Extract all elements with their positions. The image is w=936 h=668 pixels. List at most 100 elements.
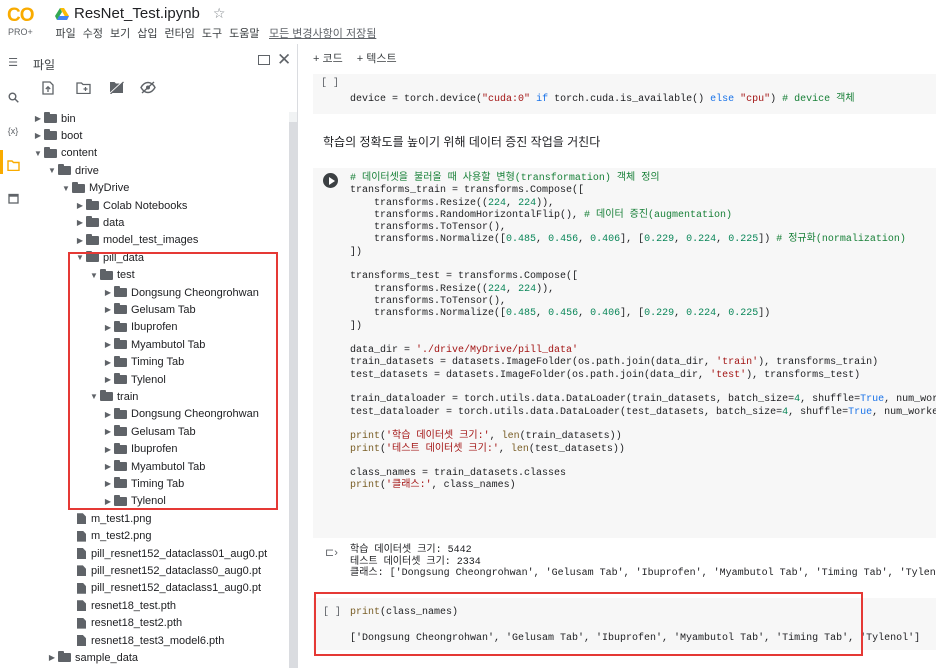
tree-file[interactable]: pill_resnet152_dataclass0_aug0.pt <box>74 562 261 579</box>
open-in-tab-icon[interactable] <box>258 55 270 65</box>
tree-folder[interactable]: ▼ MyDrive <box>60 180 129 197</box>
code-line: print('학습 데이터셋 크기:', len(train_datasets)… <box>350 431 622 443</box>
tree-folder[interactable]: ▶ bin <box>32 110 76 127</box>
code-line: ​ <box>350 419 936 431</box>
run-cell-icon[interactable] <box>323 173 338 188</box>
calendar-icon[interactable] <box>4 189 22 207</box>
variables-icon[interactable]: {x} <box>4 122 22 140</box>
folder-icon <box>44 112 57 123</box>
code-line: ]) <box>350 320 363 332</box>
folder-icon <box>86 216 99 228</box>
code-line: train_datasets = datasets.ImageFolder(os… <box>350 357 879 369</box>
chevron-right-icon[interactable]: ▶ <box>32 131 44 140</box>
menu-item[interactable]: 도움말 <box>229 25 259 41</box>
tree-folder[interactable]: ▶ Colab Notebooks <box>74 197 187 214</box>
hide-files-icon[interactable] <box>140 81 156 97</box>
code-line: # 데이터셋을 불러올 때 사용할 변형(transformation) 객체 … <box>350 173 660 184</box>
tree-file[interactable]: pill_resnet152_dataclass01_aug0.pt <box>74 545 267 562</box>
tree-item-label: data <box>103 216 125 229</box>
folder-icon <box>86 199 99 210</box>
chevron-down-icon[interactable]: ▼ <box>46 166 58 175</box>
code-transforms[interactable]: # 데이터셋을 불러올 때 사용할 변형(transformation) 객체 … <box>350 173 936 493</box>
top-bar: CO PRO+ ResNet_Test.ipynb ☆ 파일 수정 보기 삽입 런타임 도… <box>0 0 936 44</box>
cell-bracket[interactable]: [ ] <box>321 78 339 89</box>
code-line: test_dataloader = torch.utils.data.DataL… <box>350 406 936 418</box>
folder-icon <box>44 129 57 141</box>
code-line: ​ <box>350 259 936 271</box>
code-line: train_dataloader = torch.utils.data.Data… <box>350 394 936 406</box>
tree-file[interactable]: pill_resnet152_dataclass1_aug0.pt <box>74 580 261 597</box>
tree-folder[interactable]: ▶ boot <box>32 127 82 144</box>
menu-item[interactable]: 파일 <box>56 25 76 41</box>
file-icon <box>77 635 86 646</box>
menu-item[interactable]: 삽입 <box>137 25 157 41</box>
folder-icon <box>86 233 99 245</box>
tree-file[interactable]: resnet18_test.pth <box>74 597 176 614</box>
code-line: transforms.ToTensor(), <box>350 295 507 307</box>
upload-file-icon[interactable] <box>42 81 54 98</box>
tree-file[interactable]: resnet18_test2.pth <box>74 615 182 632</box>
chevron-right-icon[interactable]: ▶ <box>32 114 44 123</box>
output-icon: ⊏› <box>325 547 338 559</box>
folder-icon <box>58 651 71 663</box>
chevron-down-icon[interactable]: ▼ <box>32 149 44 158</box>
chevron-right-icon[interactable]: ▶ <box>74 236 86 245</box>
tree-folder[interactable]: ▶ model_test_images <box>74 232 198 249</box>
chevron-right-icon[interactable]: ▶ <box>74 218 86 227</box>
scrollbar-thumb[interactable] <box>289 122 297 668</box>
tree-folder[interactable]: ▼ drive <box>46 162 99 179</box>
tree-folder[interactable]: ▶ data <box>74 214 124 231</box>
tier-badge: PRO+ <box>8 27 33 37</box>
star-icon[interactable]: ☆ <box>213 5 226 22</box>
chevron-right-icon[interactable]: ▶ <box>74 201 86 210</box>
code-line: transforms_test = transforms.Compose([ <box>350 271 579 283</box>
code-line: transforms.Resize((224, 224)), <box>350 283 555 295</box>
files-toolbar <box>26 80 298 104</box>
folder-icon <box>58 164 71 176</box>
menu-item[interactable]: 보기 <box>110 25 130 41</box>
close-icon[interactable]: ✕ <box>277 50 291 70</box>
new-folder-icon[interactable] <box>76 81 91 97</box>
tree-file[interactable]: m_test1.png <box>74 510 152 527</box>
code-line: ]) <box>350 246 363 258</box>
menu-item[interactable]: 도구 <box>202 25 222 41</box>
chevron-right-icon[interactable]: ▶ <box>46 653 58 662</box>
code-line: print('클래스:', class_names) <box>350 480 516 492</box>
tree-file[interactable]: m_test2.png <box>74 528 152 545</box>
code-line: print('테스트 데이터셋 크기:', len(test_datasets)… <box>350 443 625 455</box>
text-cell[interactable]: 학습의 정확도를 높이기 위해 데이터 증진 작업을 거친다 <box>323 133 600 150</box>
notebook-title-bar: ResNet_Test.ipynb ☆ <box>55 5 225 22</box>
tree-item-label: Colab Notebooks <box>103 199 188 212</box>
code-line: transforms.ToTensor(), <box>350 222 507 234</box>
code-line: transforms.RandomHorizontalFlip(), # 데이터… <box>350 209 733 221</box>
tree-folder[interactable]: ▶ sample_data <box>46 649 138 666</box>
tree-folder[interactable]: ▼ content <box>32 145 97 162</box>
menu-item[interactable]: 런타임 <box>165 25 195 41</box>
folder-icon <box>72 181 85 193</box>
menu-item[interactable]: 수정 <box>83 25 103 41</box>
tree-file[interactable]: resnet18_test3_model6.pth <box>74 632 224 649</box>
add-code-button[interactable]: + 코드 <box>313 50 343 66</box>
folder-icon <box>44 146 57 158</box>
file-icon <box>77 548 86 559</box>
file-icon <box>77 565 86 577</box>
file-icon <box>77 600 86 612</box>
mount-drive-off-icon[interactable] <box>109 80 124 97</box>
highlight-box-pill-data <box>68 252 278 510</box>
code-line: class_names = train_datasets.classes <box>350 468 567 480</box>
code-line: transforms.Normalize([0.485, 0.456, 0.40… <box>350 308 771 320</box>
toc-icon[interactable]: ☰ <box>4 53 22 71</box>
add-text-button[interactable]: + 텍스트 <box>357 50 397 66</box>
chevron-down-icon[interactable]: ▼ <box>60 184 72 193</box>
tree-item-label: content <box>61 147 98 160</box>
files-icon[interactable] <box>4 156 22 174</box>
tree-item-label: m_test2.png <box>91 530 152 543</box>
file-tree-scrollbar[interactable] <box>289 112 297 668</box>
search-icon[interactable] <box>4 88 22 106</box>
colab-logo[interactable]: CO PRO+ <box>4 4 44 40</box>
file-icon <box>77 513 86 525</box>
save-status[interactable]: 모든 변경사항이 저장됨 <box>269 25 376 41</box>
code-line: test_datasets = datasets.ImageFolder(os.… <box>350 369 861 381</box>
notebook-title[interactable]: ResNet_Test.ipynb <box>74 5 200 22</box>
code-device-line[interactable]: device = torch.device("cuda:0" if torch.… <box>350 94 855 106</box>
